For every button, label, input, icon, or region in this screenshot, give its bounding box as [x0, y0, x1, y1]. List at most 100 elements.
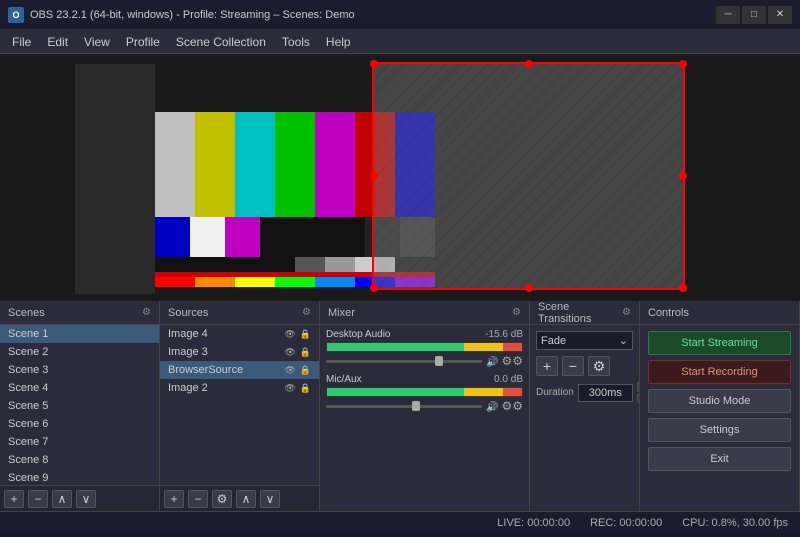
source-down-button[interactable]: ∨ [260, 490, 280, 508]
menu-help[interactable]: Help [318, 30, 359, 53]
scene-item[interactable]: Scene 1 [0, 325, 159, 343]
sources-title: Sources [168, 307, 208, 319]
close-button[interactable]: ✕ [768, 6, 792, 24]
menu-file[interactable]: File [4, 30, 39, 53]
duration-label: Duration [536, 387, 574, 398]
track-name: Mic/Aux [326, 374, 362, 385]
scenes-header: Scenes ⚙ [0, 301, 160, 324]
remove-transition-button[interactable]: − [562, 356, 584, 376]
remove-source-button[interactable]: − [188, 490, 208, 508]
menu-view[interactable]: View [76, 30, 118, 53]
scene-down-button[interactable]: ∨ [76, 490, 96, 508]
controls-header: Controls [640, 301, 800, 324]
source-settings-button[interactable]: ⚙ [212, 490, 232, 508]
mic-aux-meter [326, 387, 523, 397]
track-db: 0.0 dB [494, 374, 523, 385]
title-bar-controls: ─ □ ✕ [716, 6, 792, 24]
scene-item[interactable]: Scene 2 [0, 343, 159, 361]
sources-header: Sources ⚙ [160, 301, 320, 324]
mixer-header: Mixer ⚙ [320, 301, 530, 324]
controls-title: Controls [648, 307, 689, 319]
lock-icon[interactable] [300, 329, 311, 340]
remove-scene-button[interactable]: − [28, 490, 48, 508]
scenes-menu-icon[interactable]: ⚙ [142, 307, 151, 318]
scene-item[interactable]: Scene 3 [0, 361, 159, 379]
sources-toolbar: + − ⚙ ∧ ∨ [160, 485, 319, 511]
track-name: Desktop Audio [326, 329, 391, 340]
scene-up-button[interactable]: ∧ [52, 490, 72, 508]
mute-icon[interactable] [486, 354, 498, 368]
menu-tools[interactable]: Tools [274, 30, 318, 53]
desktop-fader-row: ⚙ [326, 354, 523, 368]
source-item[interactable]: Image 3 [160, 343, 319, 361]
desktop-fader[interactable] [326, 360, 482, 363]
visibility-icon[interactable] [284, 365, 295, 376]
audio-settings-icon[interactable]: ⚙ [501, 399, 523, 413]
source-item[interactable]: Image 4 [160, 325, 319, 343]
start-recording-button[interactable]: Start Recording [648, 360, 791, 384]
lock-icon[interactable] [300, 383, 311, 394]
mixer-menu-icon[interactable]: ⚙ [512, 307, 521, 318]
visibility-icon[interactable] [284, 347, 295, 358]
scene-item[interactable]: Scene 4 [0, 379, 159, 397]
visibility-icon[interactable] [284, 383, 295, 394]
scenes-title: Scenes [8, 307, 45, 319]
settings-button[interactable]: Settings [648, 418, 791, 442]
transition-settings-button[interactable]: ⚙ [588, 356, 610, 376]
rec-status: REC: 00:00:00 [590, 517, 662, 529]
transitions-content: Fade ⌄ + − ⚙ Duration ▲ ▼ [530, 325, 639, 409]
source-item[interactable]: BrowserSource [160, 361, 319, 379]
mic-fader-row: ⚙ [326, 399, 523, 413]
scene-item[interactable]: Scene 8 [0, 451, 159, 469]
transitions-title: Scene Transitions [538, 301, 622, 325]
status-bar: LIVE: 00:00:00 REC: 00:00:00 CPU: 0.8%, … [0, 511, 800, 533]
menu-edit[interactable]: Edit [39, 30, 76, 53]
scene-item[interactable]: Scene 5 [0, 397, 159, 415]
transitions-header: Scene Transitions ⚙ [530, 301, 640, 324]
transition-select[interactable]: Fade ⌄ [536, 331, 633, 350]
mixer-title: Mixer [328, 307, 355, 319]
transition-value: Fade [541, 335, 566, 347]
maximize-button[interactable]: □ [742, 6, 766, 24]
app-icon: O [8, 7, 24, 23]
transition-chevron-icon: ⌄ [619, 334, 628, 347]
panel-headers: Scenes ⚙ Sources ⚙ Mixer ⚙ Scene Transit… [0, 301, 800, 325]
source-item[interactable]: Image 2 [160, 379, 319, 397]
studio-mode-button[interactable]: Studio Mode [648, 389, 791, 413]
sources-menu-icon[interactable]: ⚙ [302, 307, 311, 318]
scene-item[interactable]: Scene 6 [0, 415, 159, 433]
exit-button[interactable]: Exit [648, 447, 791, 471]
lock-icon[interactable] [300, 347, 311, 358]
mixer-content: Desktop Audio -15.6 dB [320, 325, 529, 511]
controls-content: Start Streaming Start Recording Studio M… [640, 325, 799, 477]
add-transition-button[interactable]: + [536, 356, 558, 376]
scene-item[interactable]: Scene 9 [0, 469, 159, 485]
scene-item[interactable]: Scene 7 [0, 433, 159, 451]
controls-panel: Start Streaming Start Recording Studio M… [640, 325, 800, 511]
add-scene-button[interactable]: + [4, 490, 24, 508]
fader-thumb [412, 401, 420, 411]
mute-icon[interactable] [486, 399, 498, 413]
scenes-panel: Scene 1 Scene 2 Scene 3 Scene 4 Scene 5 … [0, 325, 160, 511]
visibility-icon[interactable] [284, 329, 295, 340]
menu-bar: File Edit View Profile Scene Collection … [0, 30, 800, 54]
menu-scene-collection[interactable]: Scene Collection [168, 30, 274, 53]
mic-fader[interactable] [326, 405, 482, 408]
menu-profile[interactable]: Profile [118, 30, 168, 53]
duration-input[interactable] [578, 384, 633, 402]
start-streaming-button[interactable]: Start Streaming [648, 331, 791, 355]
preview-area [0, 54, 800, 301]
add-source-button[interactable]: + [164, 490, 184, 508]
audio-settings-icon[interactable]: ⚙ [501, 354, 523, 368]
bottom-panel: Scenes ⚙ Sources ⚙ Mixer ⚙ Scene Transit… [0, 301, 800, 511]
minimize-button[interactable]: ─ [716, 6, 740, 24]
lock-icon[interactable] [300, 365, 311, 376]
source-up-button[interactable]: ∧ [236, 490, 256, 508]
track-db: -15.6 dB [485, 329, 523, 340]
cpu-status: CPU: 0.8%, 30.00 fps [682, 517, 788, 529]
transitions-menu-icon[interactable]: ⚙ [622, 307, 631, 318]
live-status: LIVE: 00:00:00 [497, 517, 570, 529]
mic-aux-track: Mic/Aux 0.0 dB [326, 374, 523, 413]
desktop-audio-meter [326, 342, 523, 352]
title-bar-left: O OBS 23.2.1 (64-bit, windows) - Profile… [8, 7, 355, 23]
